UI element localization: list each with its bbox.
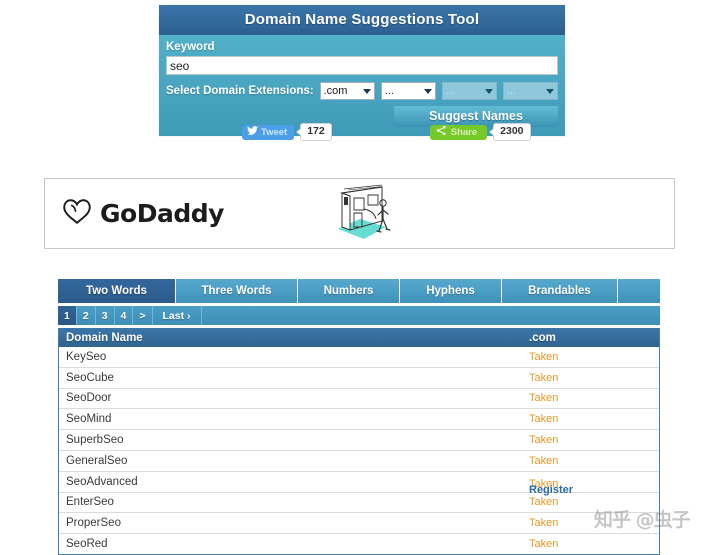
status-taken-link[interactable]: Taken: [529, 351, 558, 363]
domain-name-cell: SeoCube: [66, 371, 114, 384]
results-table: Domain Name .com KeySeo Taken SeoCube Ta…: [58, 328, 660, 555]
twitter-bird-icon: [247, 123, 258, 141]
table-row[interactable]: ProperSeo Taken: [59, 513, 659, 535]
godaddy-ad-banner[interactable]: GoDaddy: [44, 178, 675, 249]
domain-name-cell: SeoMind: [66, 413, 112, 426]
domain-status-cell: Taken: [529, 351, 659, 363]
domain-name-cell: SeoAdvanced: [66, 475, 138, 488]
tweet-share-group: Tweet 172: [242, 123, 332, 141]
table-row[interactable]: SeoCube Taken: [59, 368, 659, 389]
table-header-row: Domain Name .com: [59, 328, 659, 347]
share-button-label: Share: [450, 126, 478, 138]
storefront-walking-person-illustration: [330, 183, 396, 250]
domain-name-cell: SeoDoor: [66, 392, 112, 405]
status-taken-link[interactable]: Taken: [529, 496, 558, 508]
tab-two-words[interactable]: Two Words: [58, 279, 176, 303]
page-3[interactable]: 3: [96, 306, 115, 325]
status-taken-link[interactable]: Taken: [529, 392, 558, 404]
status-taken-link[interactable]: Taken: [529, 372, 558, 384]
domain-status-cell: Taken: [529, 455, 659, 467]
tab-brandables[interactable]: Brandables: [502, 279, 618, 303]
results-panel: Two Words Three Words Numbers Hyphens Br…: [58, 279, 660, 555]
chevron-down-icon: [362, 88, 371, 94]
status-taken-link[interactable]: Taken: [529, 413, 558, 425]
tweet-button-label: Tweet: [261, 126, 288, 138]
table-row[interactable]: SeoAdvanced Taken Register: [59, 472, 659, 496]
chevron-down-icon: [546, 88, 554, 94]
domain-name-cell: GeneralSeo: [66, 454, 128, 467]
extension-select-2[interactable]: ...: [380, 82, 436, 100]
tab-numbers[interactable]: Numbers: [298, 279, 400, 303]
extension-select-3-value: ...: [445, 85, 455, 97]
tab-hyphens[interactable]: Hyphens: [400, 279, 502, 303]
domain-status-cell: Taken: [529, 372, 659, 384]
domain-status-cell: Taken: [529, 517, 659, 529]
share-button[interactable]: Share: [429, 123, 488, 141]
tweet-count[interactable]: 172: [296, 123, 332, 141]
domain-name-cell: KeySeo: [66, 350, 107, 363]
results-tabs: Two Words Three Words Numbers Hyphens Br…: [58, 279, 660, 303]
social-share-row: Tweet 172 Share 2300: [242, 123, 531, 141]
tab-filler: [618, 279, 660, 303]
pagination-filler: [202, 306, 660, 325]
status-register-link[interactable]: Register: [529, 484, 573, 496]
domain-name-cell: EnterSeo: [66, 496, 114, 509]
domain-status-cell: Taken: [529, 496, 659, 508]
extension-select-3[interactable]: ...: [441, 82, 497, 100]
page-next[interactable]: >: [133, 306, 153, 325]
table-row[interactable]: SeoMind Taken: [59, 409, 659, 431]
extension-select-4[interactable]: ...: [502, 82, 558, 100]
domain-status-cell: Taken: [529, 434, 659, 446]
column-header-extension: .com: [529, 331, 556, 344]
tab-three-words[interactable]: Three Words: [176, 279, 298, 303]
godaddy-wordmark: GoDaddy: [100, 199, 224, 228]
domain-name-cell: SeoRed: [66, 538, 108, 551]
table-row[interactable]: GeneralSeo Taken: [59, 451, 659, 472]
share-count[interactable]: 2300: [489, 123, 531, 141]
extension-select-1-value: .com: [323, 85, 348, 97]
chevron-down-icon: [423, 88, 432, 94]
page-last[interactable]: Last ›: [153, 306, 202, 325]
domain-status-cell: Taken: [529, 392, 659, 404]
pagination: 1 2 3 4 > Last ›: [58, 306, 660, 325]
godaddy-logo: GoDaddy: [62, 198, 224, 230]
extension-select-1[interactable]: .com: [319, 82, 375, 100]
status-taken-link[interactable]: Taken: [529, 455, 558, 467]
page-1[interactable]: 1: [58, 306, 77, 325]
share-group: Share 2300: [429, 123, 531, 141]
domain-name-cell: SuperbSeo: [66, 434, 124, 447]
keyword-label: Keyword: [166, 41, 215, 53]
extension-select-2-value: ...: [384, 85, 394, 97]
chevron-down-icon: [484, 88, 493, 94]
domain-name-cell: ProperSeo: [66, 517, 121, 530]
table-row[interactable]: KeySeo Taken: [59, 347, 659, 368]
table-row[interactable]: SeoRed Taken: [59, 534, 659, 554]
status-taken-link[interactable]: Taken: [529, 538, 558, 550]
table-row[interactable]: SeoDoor Taken: [59, 389, 659, 410]
table-row[interactable]: SuperbSeo Taken: [59, 430, 659, 451]
tweet-button[interactable]: Tweet: [242, 123, 295, 141]
page-4[interactable]: 4: [115, 306, 134, 325]
share-network-icon: [436, 123, 447, 141]
domain-status-cell: Taken: [529, 413, 659, 425]
domain-status-cell: Taken: [529, 538, 659, 550]
status-taken-link[interactable]: Taken: [529, 434, 558, 446]
godaddy-heart-logo-icon: [62, 198, 92, 230]
domain-extensions-label: Select Domain Extensions:: [166, 85, 314, 97]
domain-extensions-row: Select Domain Extensions: .com ... ... .…: [166, 82, 558, 100]
column-header-domain-name: Domain Name: [66, 331, 143, 344]
page-2[interactable]: 2: [77, 306, 96, 325]
tool-body: Keyword Select Domain Extensions: .com .…: [159, 35, 565, 136]
domain-suggestions-tool-panel: Domain Name Suggestions Tool Keyword Sel…: [159, 5, 565, 136]
tool-title: Domain Name Suggestions Tool: [159, 5, 565, 35]
status-taken-link[interactable]: Taken: [529, 517, 558, 529]
keyword-input[interactable]: [166, 56, 558, 75]
extension-select-4-value: ...: [506, 85, 517, 97]
table-row[interactable]: EnterSeo Taken: [59, 493, 659, 514]
